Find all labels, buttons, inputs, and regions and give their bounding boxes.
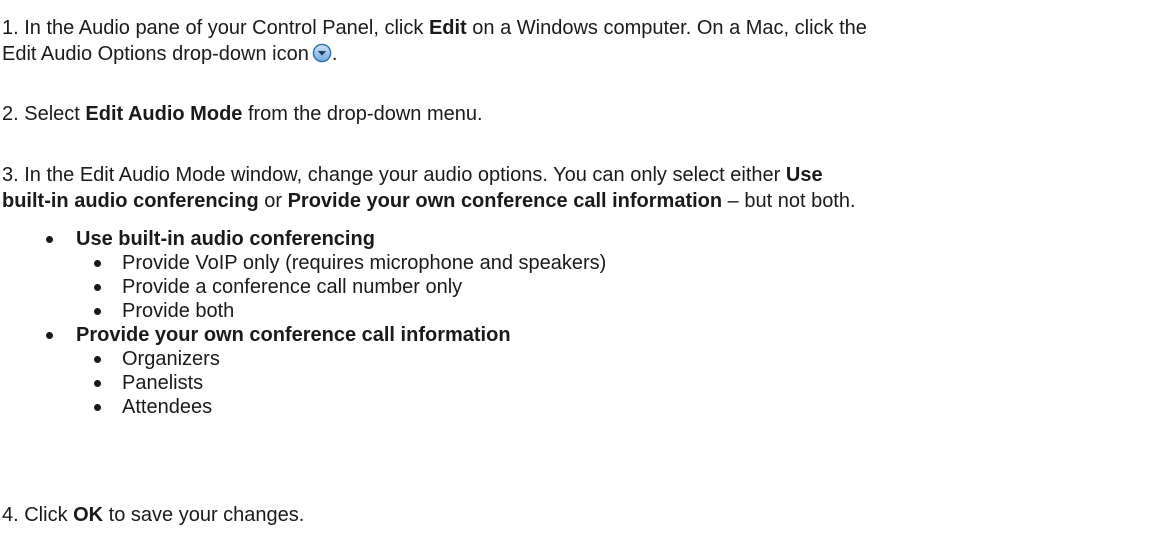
- bullet-icon: [94, 260, 101, 267]
- bullet-icon: [94, 404, 101, 411]
- list-item-option-1: Use built-in audio conferencing: [46, 226, 946, 252]
- list-item-sub: Provide a conference call number only: [94, 274, 994, 300]
- list-item-option-2: Provide your own conference call informa…: [46, 322, 946, 348]
- step-3-line-1: 3. In the Edit Audio Mode window, change…: [2, 162, 823, 188]
- step-1-text-b: on a Windows computer. On a Mac, click t…: [466, 17, 867, 39]
- step-3-text-b: – but not both.: [722, 190, 856, 212]
- sub-item-label: Attendees: [122, 396, 213, 418]
- step-3-text-a: 3. In the Edit Audio Mode window, change…: [2, 164, 786, 186]
- step-3-or: or: [258, 190, 288, 212]
- step-2-bold: Edit Audio Mode: [85, 103, 243, 125]
- step-4: 4. Click OK to save your changes.: [2, 502, 304, 528]
- step-2: 2. Select Edit Audio Mode from the drop-…: [2, 101, 483, 127]
- step-3-line-2: built-in audio conferencing or Provide y…: [2, 188, 856, 214]
- list-item-sub: Panelists: [94, 370, 994, 396]
- step-2-text-a: 2. Select: [2, 103, 86, 125]
- step-3-bold-use: Use: [785, 164, 823, 186]
- sub-item-label: Provide VoIP only (requires microphone a…: [122, 252, 607, 274]
- bullet-icon: [94, 356, 101, 363]
- list-item-sub: Provide both: [94, 298, 994, 324]
- sub-item-label: Provide both: [122, 300, 235, 322]
- step-1-period: .: [331, 43, 338, 65]
- step-2-text-b: from the drop-down menu.: [242, 103, 483, 125]
- list-item-sub: Provide VoIP only (requires microphone a…: [94, 250, 994, 276]
- bullet-icon: [46, 236, 53, 243]
- sub-item-label: Panelists: [122, 372, 204, 394]
- bullet-icon: [46, 332, 53, 339]
- step-1-line-2-text: Edit Audio Options drop-down icon: [2, 43, 309, 65]
- step-1-line-1: 1. In the Audio pane of your Control Pan…: [2, 15, 867, 41]
- list-item-sub: Attendees: [94, 394, 994, 420]
- list-item-sub: Organizers: [94, 346, 994, 372]
- option-1-label: Use built-in audio conferencing: [76, 228, 375, 250]
- step-4-bold-ok: OK: [73, 504, 104, 526]
- bullet-icon: [94, 284, 101, 291]
- option-2-label: Provide your own conference call informa…: [76, 324, 511, 346]
- step-4-text-a: 4. Click: [2, 504, 74, 526]
- bullet-icon: [94, 308, 101, 315]
- step-4-text-b: to save your changes.: [103, 504, 305, 526]
- bullet-icon: [94, 380, 101, 387]
- step-1-line-2: Edit Audio Options drop-down icon.: [2, 41, 337, 67]
- step-1-bold-edit: Edit: [428, 17, 467, 39]
- step-3-bold-builtin: built-in audio conferencing: [2, 190, 259, 212]
- dropdown-circle-icon: [312, 43, 332, 63]
- step-1-text-a: 1. In the Audio pane of your Control Pan…: [2, 17, 429, 39]
- sub-item-label: Provide a conference call number only: [122, 276, 463, 298]
- step-3-bold-provide: Provide your own conference call informa…: [287, 190, 723, 212]
- sub-item-label: Organizers: [122, 348, 220, 370]
